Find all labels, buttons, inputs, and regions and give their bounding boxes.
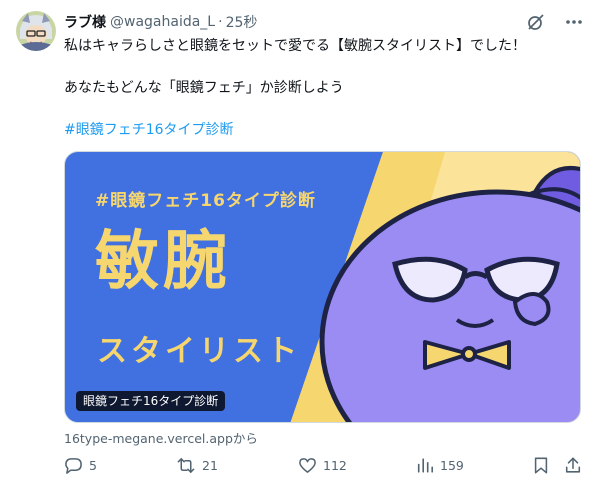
tweet-action-bar: 5 21 112 159: [62, 456, 582, 476]
card-title: 敏腕: [95, 225, 231, 299]
like-count: 112: [323, 458, 347, 473]
share-icon: [564, 456, 582, 475]
card-subtitle: スタイリスト: [97, 334, 301, 369]
display-name[interactable]: ラブ様: [64, 12, 106, 32]
card-label: 眼鏡フェチ16タイプ診断: [76, 391, 226, 411]
repost-count: 21: [202, 458, 218, 473]
like-button[interactable]: 112: [298, 456, 347, 475]
grok-icon[interactable]: [526, 12, 546, 32]
repost-icon: [176, 456, 196, 475]
bookmark-icon: [532, 456, 550, 475]
heart-icon: [298, 456, 317, 475]
views-button[interactable]: 159: [416, 456, 464, 475]
timestamp[interactable]: 25秒: [226, 12, 258, 32]
link-card[interactable]: #眼鏡フェチ16タイプ診断 敏腕 スタイリスト 眼鏡フェチ16タイプ診断: [64, 151, 581, 423]
repost-button[interactable]: 21: [176, 456, 218, 475]
views-count: 159: [440, 458, 464, 473]
more-dots-icon[interactable]: [564, 12, 584, 32]
tweet-text-line: 私はキャラらしさと眼鏡をセットで愛でる【敏腕スタイリスト】でした！: [64, 38, 526, 54]
reply-icon: [64, 456, 83, 475]
tweet-header: ラブ様 @wagahaida_L · 25秒: [64, 12, 257, 32]
separator-dot: ·: [218, 14, 223, 30]
share-button[interactable]: [564, 456, 582, 475]
card-tag: #眼鏡フェチ16タイプ診断: [95, 191, 316, 211]
user-handle[interactable]: @wagahaida_L: [110, 14, 215, 30]
views-chart-icon: [416, 456, 434, 475]
avatar[interactable]: [16, 11, 56, 51]
reply-count: 5: [89, 458, 97, 473]
hashtag-link[interactable]: #眼鏡フェチ16タイプ診断: [64, 121, 234, 139]
card-source[interactable]: 16type-megane.vercel.appから: [64, 428, 258, 447]
tweet-text-line: あなたもどんな「眼鏡フェチ」か診断しよう: [64, 80, 344, 96]
reply-button[interactable]: 5: [64, 456, 97, 475]
tweet-top-actions: [526, 12, 584, 32]
bookmark-button[interactable]: [532, 456, 550, 475]
